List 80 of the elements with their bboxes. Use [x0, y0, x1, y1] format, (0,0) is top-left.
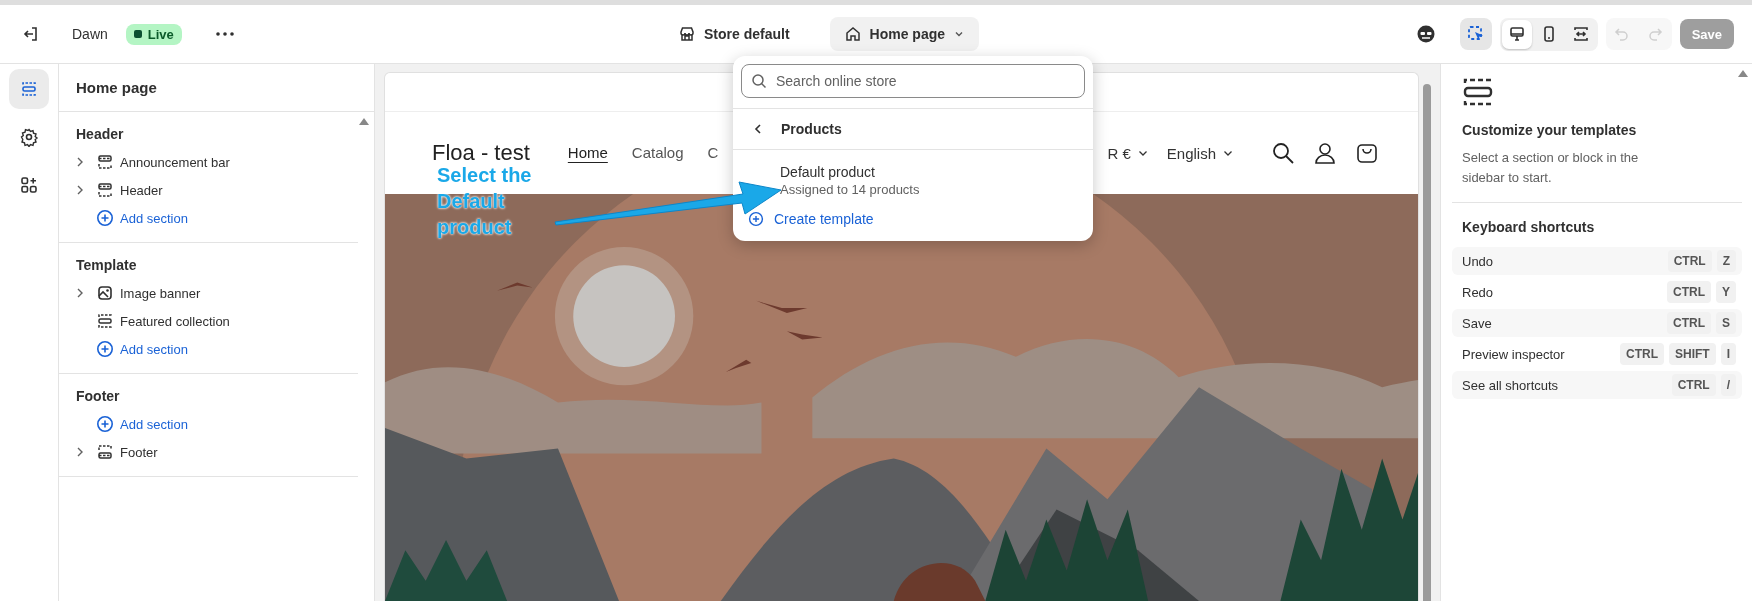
- sidebar-title: Home page: [59, 64, 374, 112]
- plus-circle-icon: [96, 340, 114, 358]
- template-name: Default product: [780, 164, 876, 180]
- create-template-link[interactable]: Create template: [733, 207, 889, 231]
- add-section-link[interactable]: Add section: [96, 415, 188, 433]
- key-cap: CTRL: [1620, 343, 1664, 365]
- section-item[interactable]: Featured collection: [96, 312, 230, 330]
- undo-icon: [1614, 26, 1631, 42]
- cart-icon[interactable]: [1356, 142, 1378, 164]
- store-logo[interactable]: Floa - test: [432, 140, 530, 166]
- sections-icon: [1462, 76, 1494, 108]
- shortcut-label: Save: [1462, 315, 1492, 331]
- group-title: Header: [76, 126, 125, 142]
- chevron-icon[interactable]: [76, 156, 84, 168]
- account-icon[interactable]: [1314, 142, 1336, 164]
- redo-icon: [1647, 26, 1664, 42]
- key-cap: Z: [1716, 250, 1736, 272]
- key-cap: I: [1720, 343, 1736, 365]
- key-cap: CTRL: [1671, 374, 1716, 396]
- key-cap: /: [1720, 374, 1736, 396]
- shortcut-label: Redo: [1462, 284, 1494, 300]
- section-icon: [96, 181, 114, 199]
- section-item[interactable]: Footer: [96, 443, 158, 461]
- desktop-view-button[interactable]: [1501, 19, 1532, 49]
- key-cap: CTRL: [1667, 312, 1711, 334]
- sections-icon[interactable]: [9, 69, 49, 109]
- nav-link[interactable]: Catalog: [631, 143, 684, 163]
- key-cap: SHIFT: [1669, 343, 1716, 365]
- section-item[interactable]: Header: [96, 181, 163, 199]
- key-cap: S: [1716, 312, 1736, 334]
- chevron-icon[interactable]: [76, 184, 84, 196]
- key-cap: CTRL: [1667, 281, 1711, 303]
- section-item[interactable]: Announcement bar: [96, 153, 230, 171]
- scrollbar-thumb[interactable]: [1423, 84, 1431, 601]
- add-section-link[interactable]: Add section: [96, 209, 188, 227]
- nav-link[interactable]: Home: [567, 143, 608, 163]
- key-cap: Y: [1716, 281, 1736, 303]
- language-selector[interactable]: English: [1166, 144, 1234, 162]
- section-icon: [96, 153, 114, 171]
- group-title: Template: [76, 257, 138, 273]
- expand-icon: [1571, 25, 1590, 43]
- template-meta: Assigned to 14 products: [780, 182, 921, 197]
- search-icon: [751, 73, 767, 89]
- annotation-text: Select the Default product: [437, 163, 533, 240]
- nav-link[interactable]: C: [707, 143, 719, 163]
- key-cap: CTRL: [1667, 250, 1712, 272]
- image-icon: [96, 284, 114, 302]
- panel-title: Customize your templates: [1462, 122, 1638, 138]
- back-icon: [753, 123, 763, 135]
- template-option[interactable]: Default product Assigned to 14 products: [733, 150, 1093, 207]
- section-icon: [96, 312, 114, 330]
- search-icon[interactable]: [1272, 142, 1294, 164]
- shortcut-label: See all shortcuts: [1462, 377, 1559, 393]
- desktop-icon: [1507, 25, 1526, 43]
- scroll-up-icon[interactable]: [1738, 70, 1748, 77]
- footer-icon: [96, 443, 114, 461]
- panel-hint: Select a section or block in the sidebar to start.: [1462, 149, 1640, 187]
- page-selector[interactable]: Home page: [829, 17, 980, 51]
- theme-name: Dawn: [72, 26, 108, 42]
- group-title: Footer: [76, 388, 121, 404]
- section-item[interactable]: Image banner: [96, 284, 201, 302]
- shortcuts-title: Keyboard shortcuts: [1462, 219, 1596, 235]
- shortcut-label: Preview inspector: [1462, 346, 1565, 362]
- inspector-button[interactable]: [1459, 18, 1492, 50]
- search-field[interactable]: Search online store: [741, 64, 1085, 98]
- add-section-link[interactable]: Add section: [96, 340, 188, 358]
- chevron-icon[interactable]: [76, 287, 84, 299]
- currency-selector[interactable]: R €: [1107, 144, 1149, 162]
- home-icon: [843, 25, 862, 43]
- plus-circle-icon: [96, 209, 114, 227]
- store-icon: [678, 25, 696, 43]
- scroll-up-icon[interactable]: [359, 118, 369, 125]
- status-badge: Live: [125, 23, 182, 45]
- chevron-icon[interactable]: [76, 446, 84, 458]
- shortcut-label: Undo: [1462, 253, 1494, 269]
- plus-circle-icon: [748, 211, 764, 227]
- plus-circle-icon: [96, 415, 114, 433]
- select-cursor-icon: [1466, 25, 1485, 43]
- store-selector[interactable]: Store default: [678, 25, 790, 43]
- back-button[interactable]: Products: [733, 109, 862, 149]
